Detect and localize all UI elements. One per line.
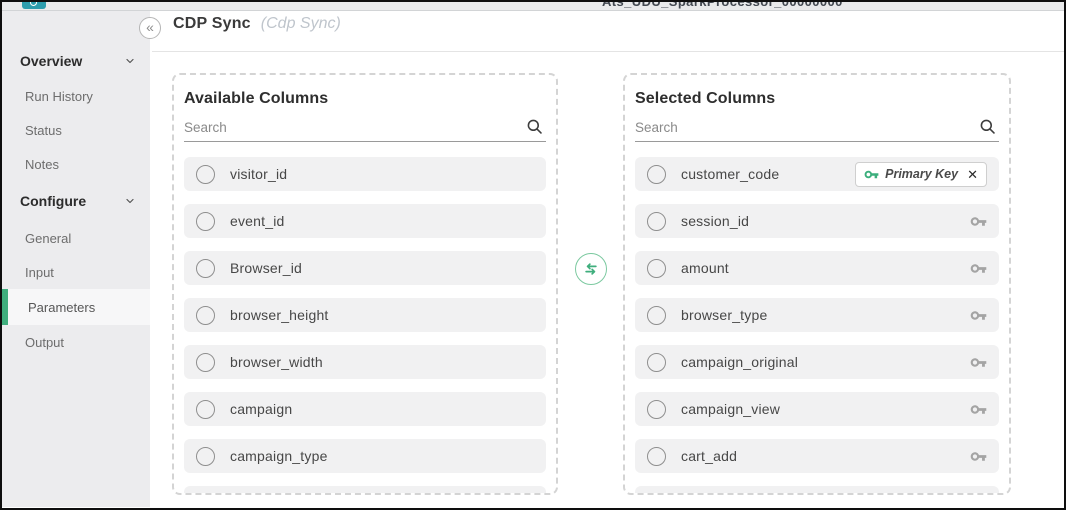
list-item-partial[interactable] (635, 486, 999, 495)
radio-button[interactable] (647, 165, 666, 184)
column-label: session_id (681, 213, 749, 229)
available-columns-list: visitor_id event_id Browser_id browser_h… (184, 157, 546, 495)
column-label: campaign (230, 401, 292, 417)
page-title: CDP Sync (173, 15, 251, 33)
radio-button[interactable] (647, 212, 666, 231)
top-bar: Ats_UDU_SparkProcessor_00000000 (2, 2, 1064, 11)
list-item[interactable]: browser_height (184, 298, 546, 332)
double-chevron-left-icon: « (146, 19, 154, 35)
list-item[interactable]: campaign_type (184, 439, 546, 473)
sidebar-item-output[interactable]: Output (2, 325, 150, 359)
radio-button[interactable] (647, 353, 666, 372)
list-item[interactable]: event_id (184, 204, 546, 238)
column-label: customer_code (681, 166, 779, 182)
radio-button[interactable] (647, 259, 666, 278)
list-item[interactable]: campaign_original (635, 345, 999, 379)
primary-key-icon (864, 167, 879, 182)
column-label: amount (681, 260, 729, 276)
column-label: campaign_view (681, 401, 780, 417)
list-item[interactable]: campaign (184, 392, 546, 426)
selected-columns-panel: Selected Columns customer_code Primary K… (623, 73, 1011, 495)
key-icon[interactable] (970, 448, 987, 465)
column-label: browser_height (230, 307, 329, 323)
selected-columns-list: customer_code Primary Key ✕ session_id a… (635, 157, 999, 495)
list-item[interactable]: campaign_view (635, 392, 999, 426)
key-icon[interactable] (970, 213, 987, 230)
list-item[interactable]: visitor_id (184, 157, 546, 191)
column-label: campaign_original (681, 354, 798, 370)
collapse-back-button[interactable]: « (139, 17, 161, 39)
tab-glyph-icon (30, 2, 37, 6)
search-icon (525, 117, 544, 136)
chevron-down-icon (124, 55, 136, 67)
radio-button[interactable] (196, 447, 215, 466)
column-label: browser_width (230, 354, 323, 370)
radio-button[interactable] (196, 165, 215, 184)
list-item[interactable]: browser_width (184, 345, 546, 379)
search-icon (978, 117, 997, 136)
radio-button[interactable] (196, 306, 215, 325)
list-item[interactable]: Browser_id (184, 251, 546, 285)
sidebar-item-run-history[interactable]: Run History (2, 79, 150, 113)
column-label: Browser_id (230, 260, 302, 276)
page-header: CDP Sync (Cdp Sync) (173, 15, 341, 33)
column-label: campaign_type (230, 448, 328, 464)
column-label: visitor_id (230, 166, 287, 182)
sidebar-section-configure[interactable]: Configure (2, 181, 150, 221)
list-item-partial[interactable] (184, 486, 546, 495)
column-label: event_id (230, 213, 285, 229)
available-search-input[interactable] (184, 115, 510, 139)
sidebar-item-status[interactable]: Status (2, 113, 150, 147)
header-divider (152, 51, 1064, 52)
sidebar-item-input[interactable]: Input (2, 255, 150, 289)
primary-key-badge: Primary Key ✕ (855, 162, 987, 187)
radio-button[interactable] (196, 259, 215, 278)
column-label: browser_type (681, 307, 767, 323)
key-icon[interactable] (970, 307, 987, 324)
radio-button[interactable] (196, 400, 215, 419)
top-tab-button[interactable] (22, 2, 46, 9)
selected-columns-title: Selected Columns (635, 90, 999, 108)
swap-arrows-icon (582, 260, 600, 278)
radio-button[interactable] (196, 353, 215, 372)
key-icon[interactable] (970, 260, 987, 277)
sidebar-item-notes[interactable]: Notes (2, 147, 150, 181)
list-item[interactable]: customer_code Primary Key ✕ (635, 157, 999, 191)
selected-search-row (635, 115, 999, 142)
key-icon[interactable] (970, 354, 987, 371)
close-icon[interactable]: ✕ (967, 168, 978, 181)
selected-search-input[interactable] (635, 115, 963, 139)
radio-button[interactable] (647, 400, 666, 419)
sidebar: Overview Run History Status Notes Config… (2, 11, 150, 507)
sidebar-section-label: Configure (20, 193, 86, 209)
swap-columns-button[interactable] (575, 253, 607, 285)
sidebar-item-parameters[interactable]: Parameters (2, 289, 150, 325)
key-icon[interactable] (970, 401, 987, 418)
app-window: Ats_UDU_SparkProcessor_00000000 Overview… (0, 0, 1066, 510)
column-label: cart_add (681, 448, 737, 464)
list-item[interactable]: session_id (635, 204, 999, 238)
page-subtitle: (Cdp Sync) (261, 15, 341, 33)
sidebar-section-overview[interactable]: Overview (2, 43, 150, 79)
available-columns-panel: Available Columns visitor_id event_id Br… (172, 73, 558, 495)
radio-button[interactable] (196, 212, 215, 231)
sidebar-item-general[interactable]: General (2, 221, 150, 255)
list-item[interactable]: browser_type (635, 298, 999, 332)
radio-button[interactable] (647, 447, 666, 466)
primary-key-label: Primary Key (885, 167, 958, 181)
list-item[interactable]: cart_add (635, 439, 999, 473)
sidebar-section-label: Overview (20, 53, 82, 69)
available-search-row (184, 115, 546, 142)
chevron-down-icon (124, 195, 136, 207)
clipped-window-title: Ats_UDU_SparkProcessor_00000000 (602, 2, 843, 9)
list-item[interactable]: amount (635, 251, 999, 285)
radio-button[interactable] (647, 306, 666, 325)
available-columns-title: Available Columns (184, 90, 546, 108)
